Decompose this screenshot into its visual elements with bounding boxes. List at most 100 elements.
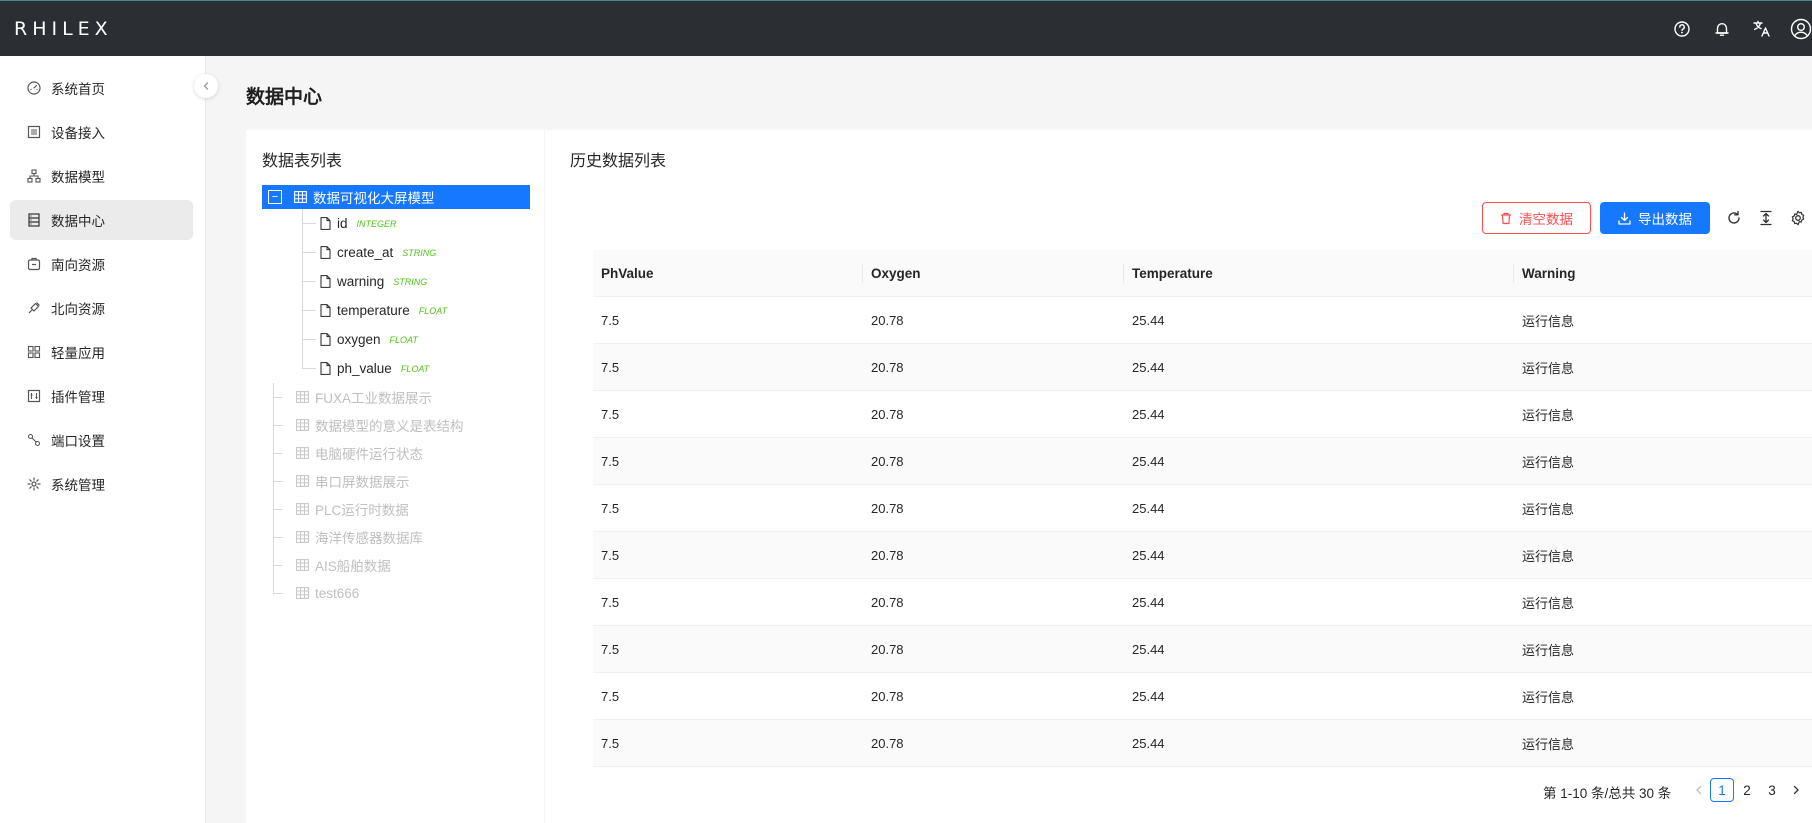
file-icon — [320, 246, 331, 259]
sidebar-item-apps[interactable]: 轻量应用 — [10, 332, 193, 372]
help-icon[interactable] — [1662, 1, 1702, 57]
tree-table-node[interactable]: AIS船舶数据 — [262, 551, 530, 579]
tree-table-node[interactable]: 数据模型的意义是表结构 — [262, 411, 530, 439]
reload-icon[interactable] — [1724, 208, 1744, 228]
tree-field-node[interactable]: warning STRING — [262, 267, 530, 296]
sidebar-item-ports[interactable]: 端口设置 — [10, 420, 193, 460]
sidebar-item-data-center[interactable]: 数据中心 — [10, 200, 193, 240]
model-icon — [26, 168, 42, 184]
table-icon — [296, 587, 309, 599]
table-cell: 20.78 — [871, 594, 904, 610]
chevron-left-icon[interactable] — [1691, 781, 1707, 799]
plugin-icon — [26, 388, 42, 404]
table-cell: 运行信息 — [1522, 642, 1575, 658]
table-header: PhValue Oxygen Temperature Warning — [593, 250, 1812, 297]
download-icon — [1618, 211, 1631, 225]
tree-table-node[interactable]: 电脑硬件运行状态 — [262, 439, 530, 467]
table-row[interactable]: 7.5 20.78 25.44 运行信息 — [593, 438, 1812, 485]
tree-field-node[interactable]: temperature FLOAT — [262, 296, 530, 325]
tree-field-node[interactable]: ph_value FLOAT — [262, 354, 530, 383]
table-cell: 7.5 — [601, 359, 620, 375]
column-height-icon[interactable] — [1756, 208, 1776, 228]
table-icon — [294, 191, 307, 203]
sidebar-item-home[interactable]: 系统首页 — [10, 68, 193, 108]
table-cell: 运行信息 — [1522, 736, 1575, 752]
app-logo[interactable]: RHILEX — [14, 18, 113, 40]
table-icon — [296, 419, 309, 431]
tree-table-node[interactable]: 串口屏数据展示 — [262, 467, 530, 495]
page-title: 数据中心 — [246, 87, 323, 108]
table-icon — [296, 475, 309, 487]
sidebar-item-devices[interactable]: 设备接入 — [10, 112, 193, 152]
tree-node-label: 海洋传感器数据库 — [315, 531, 423, 546]
page-3-button[interactable]: 3 — [1760, 778, 1784, 802]
bell-icon[interactable] — [1702, 1, 1742, 57]
dashboard-icon — [26, 80, 42, 96]
sidebar-collapse-button[interactable] — [194, 74, 218, 98]
table-body: 7.5 20.78 25.44 运行信息 7.5 20.78 25.44 运行信息 7.5 20.… — [593, 297, 1812, 767]
column-header-warning[interactable]: Warning — [1514, 250, 1812, 296]
field-name: oxygen — [337, 332, 381, 347]
sidebar-item-system[interactable]: 系统管理 — [10, 464, 193, 504]
tree-sibling-list: FUXA工业数据展示 数据模型的意义是表结构电脑硬件运行状态 串口屏数据展示 PLC运… — [262, 383, 530, 607]
tree-node-label: 电脑硬件运行状态 — [315, 447, 423, 462]
sidebar-item-southbound[interactable]: 南向资源 — [10, 244, 193, 284]
settings-icon[interactable] — [1788, 208, 1808, 228]
page-2-button[interactable]: 2 — [1735, 778, 1759, 802]
sidebar-item-plugins[interactable]: 插件管理 — [10, 376, 193, 416]
tree-node-label: 串口屏数据展示 — [315, 475, 410, 490]
file-icon — [320, 304, 331, 317]
field-name: create_at — [337, 245, 394, 260]
clear-data-button[interactable]: 清空数据 — [1482, 202, 1591, 234]
sidebar-item-label: 轻量应用 — [51, 346, 105, 361]
page-1-button[interactable]: 1 — [1710, 778, 1734, 802]
file-icon — [320, 217, 331, 230]
clear-data-label: 清空数据 — [1519, 212, 1573, 227]
export-data-button[interactable]: 导出数据 — [1600, 202, 1710, 234]
tree-field-node[interactable]: create_at STRING — [262, 238, 530, 267]
column-header-temperature[interactable]: Temperature — [1124, 250, 1514, 296]
sidebar-item-label: 数据中心 — [51, 214, 105, 229]
tree-node-label: AIS船舶数据 — [315, 559, 391, 574]
column-header-oxygen[interactable]: Oxygen — [863, 250, 1124, 296]
tree-field-node[interactable]: oxygen FLOAT — [262, 325, 530, 354]
collapse-toggle-icon[interactable]: − — [268, 190, 282, 204]
tree-field-list: id INTEGER create_at STRING warning STRING tem… — [262, 209, 530, 383]
panel-title: 历史数据列表 — [570, 153, 667, 170]
table-row[interactable]: 7.5 20.78 25.44 运行信息 — [593, 626, 1812, 673]
tree-field-node[interactable]: id INTEGER — [262, 209, 530, 238]
table-icon — [296, 391, 309, 403]
table-icon — [296, 559, 309, 571]
sidebar-item-data-model[interactable]: 数据模型 — [10, 156, 193, 196]
field-name: id — [337, 216, 348, 231]
table-row[interactable]: 7.5 20.78 25.44 运行信息 — [593, 579, 1812, 626]
tree-table-node[interactable]: FUXA工业数据展示 — [262, 383, 530, 411]
table-cell: 运行信息 — [1522, 548, 1575, 564]
chevron-right-icon[interactable] — [1788, 781, 1804, 799]
table-row[interactable]: 7.5 20.78 25.44 运行信息 — [593, 391, 1812, 438]
field-type: FLOAT — [400, 363, 430, 374]
database-icon — [26, 212, 42, 228]
sidebar-item-northbound[interactable]: 北向资源 — [10, 288, 193, 328]
tree-table-node[interactable]: test666 — [262, 579, 530, 607]
tree-table-node[interactable]: PLC运行时数据 — [262, 495, 530, 523]
table-row[interactable]: 7.5 20.78 25.44 运行信息 — [593, 532, 1812, 579]
field-name: temperature — [337, 303, 410, 318]
table-row[interactable]: 7.5 20.78 25.44 运行信息 — [593, 673, 1812, 720]
column-header-phvalue[interactable]: PhValue — [593, 250, 863, 296]
table-cell: 20.78 — [871, 688, 904, 704]
table-row[interactable]: 7.5 20.78 25.44 运行信息 — [593, 485, 1812, 532]
tree-table-node[interactable]: 海洋传感器数据库 — [262, 523, 530, 551]
pagination-total: 第 1-10 条/总共 30 条 — [1543, 786, 1672, 801]
field-name: warning — [337, 274, 385, 289]
translate-icon[interactable] — [1742, 1, 1782, 57]
table-row[interactable]: 7.5 20.78 25.44 运行信息 — [593, 344, 1812, 391]
tree-root-node[interactable]: − 数据可视化大屏模型 — [262, 185, 530, 209]
settings-icon — [26, 476, 42, 492]
table-row[interactable]: 7.5 20.78 25.44 运行信息 — [593, 720, 1812, 767]
table-cell: 7.5 — [601, 641, 620, 657]
sidebar-item-label: 系统首页 — [51, 82, 105, 97]
user-icon[interactable] — [1782, 1, 1812, 57]
table-row[interactable]: 7.5 20.78 25.44 运行信息 — [593, 297, 1812, 344]
sidebar: 系统首页 设备接入 数据模型 数据中心 南向资源 北向资源 轻量应用 插件管理 — [0, 56, 206, 823]
